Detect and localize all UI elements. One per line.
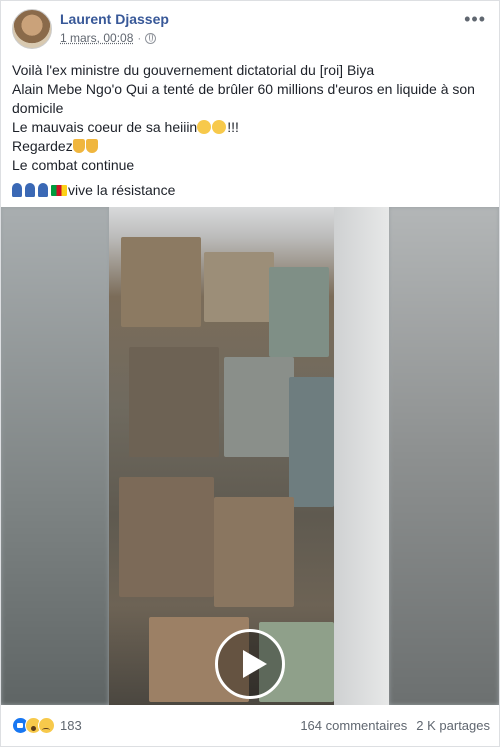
rolling-eyes-emoji-icon: [197, 120, 212, 134]
cameroon-flag-emoji-icon: [51, 185, 67, 196]
post-line: vive la résistance: [12, 181, 490, 200]
white-wall: [334, 207, 389, 705]
pointing-down-emoji-icon: [72, 139, 85, 153]
video-blur-right: [389, 207, 499, 705]
post-stats: 164 commentaires 2 K partages: [300, 718, 490, 733]
banknote-stack: [121, 237, 201, 327]
reaction-count: 183: [60, 718, 82, 733]
banknote-stack: [224, 357, 294, 457]
post-line-text: vive la résistance: [68, 182, 176, 198]
play-icon[interactable]: [215, 629, 285, 699]
post-meta: 1 mars, 00:08 ·: [60, 31, 157, 45]
sad-icon: [38, 717, 55, 734]
reactions-summary[interactable]: 183: [12, 717, 82, 734]
post-line: Le combat continue: [12, 157, 135, 173]
post-footer: 183 164 commentaires 2 K partages: [12, 714, 490, 738]
post-header: Laurent Djassep 1 mars, 00:08 · •••: [12, 9, 492, 49]
comments-count-link[interactable]: 164 commentaires: [300, 718, 407, 733]
author-name[interactable]: Laurent Djassep: [60, 11, 169, 27]
meta-separator: ·: [137, 31, 142, 45]
post-line-text: Le mauvais coeur de sa heiiin: [12, 119, 198, 135]
banknote-stack: [214, 497, 294, 607]
banknote-stack: [269, 267, 329, 357]
walking-person-emoji-icon: [12, 183, 22, 197]
post-line: Le mauvais coeur de sa heiiin!!!: [12, 118, 490, 137]
banknote-stack: [289, 377, 334, 507]
banknote-stack: [129, 347, 219, 457]
rolling-eyes-emoji-icon: [212, 120, 227, 134]
video-blur-left: [1, 207, 109, 705]
author-avatar[interactable]: [12, 9, 52, 49]
post-line: domicile: [12, 100, 64, 116]
post-text: Voilà l'ex ministre du gouvernement dict…: [12, 61, 490, 200]
more-options-button[interactable]: •••: [464, 9, 486, 30]
globe-icon[interactable]: [145, 32, 157, 44]
walking-person-emoji-icon: [25, 183, 35, 197]
facebook-post: Laurent Djassep 1 mars, 00:08 · ••• Voil…: [0, 0, 500, 747]
banknote-stack: [119, 477, 214, 597]
post-date[interactable]: 1 mars, 00:08: [60, 31, 133, 45]
post-line: Alain Mebe Ngo'o Qui a tenté de brûler 6…: [12, 81, 475, 97]
post-line: Regardez: [12, 137, 490, 156]
post-line-text: !!!: [227, 119, 239, 135]
post-line: Voilà l'ex ministre du gouvernement dict…: [12, 62, 375, 78]
video-player[interactable]: [1, 207, 499, 705]
walking-person-emoji-icon: [38, 183, 48, 197]
banknote-stack: [204, 252, 274, 322]
pointing-down-emoji-icon: [85, 139, 98, 153]
shares-count-link[interactable]: 2 K partages: [416, 718, 490, 733]
post-line-text: Regardez: [12, 138, 73, 154]
